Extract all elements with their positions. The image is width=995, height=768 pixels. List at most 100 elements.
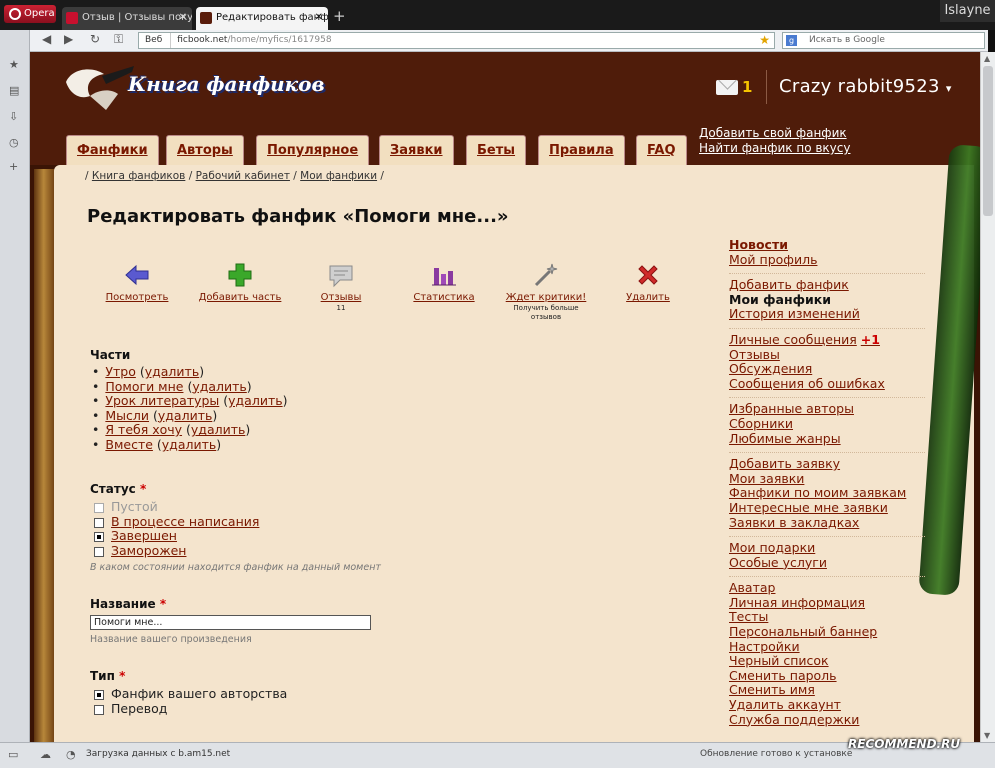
add-fanfic-link[interactable]: Добавить свой фанфик xyxy=(699,126,850,141)
sidebar-item-bookmarked-requests[interactable]: Заявки в закладках xyxy=(729,515,925,531)
nav-tab-betas[interactable]: Беты xyxy=(466,135,527,165)
find-fanfic-link[interactable]: Найти фанфик по вкусу xyxy=(699,141,850,156)
browser-tab-active[interactable]: Редактировать фанфи...✕ xyxy=(196,7,328,30)
sidebar-item-change-password[interactable]: Сменить пароль xyxy=(729,668,925,684)
mail-count[interactable]: 1 xyxy=(742,78,752,96)
nav-tab-popular[interactable]: Популярное xyxy=(256,135,370,165)
sidebar-item-avatar[interactable]: Аватар xyxy=(729,581,925,596)
sidebar-item-news[interactable]: Новости xyxy=(729,237,925,253)
nav-tab-faq[interactable]: FAQ xyxy=(636,135,687,165)
scroll-up-icon[interactable]: ▲ xyxy=(984,54,990,63)
breadcrumb-link[interactable]: Книга фанфиков xyxy=(92,170,185,182)
forward-icon[interactable]: ▶ xyxy=(64,32,73,46)
user-menu[interactable]: Crazy rabbit9523 ▾ xyxy=(779,76,952,97)
sidebar-item-my-requests[interactable]: Мои заявки xyxy=(729,471,925,487)
status-option-frozen[interactable]: Заморожен xyxy=(94,543,259,559)
part-delete-link[interactable]: удалить xyxy=(192,379,246,394)
sidebar-item-delete-account[interactable]: Удалить аккаунт xyxy=(729,697,925,713)
radio[interactable] xyxy=(94,517,104,528)
nav-tab-fanfics[interactable]: Фанфики xyxy=(66,135,159,165)
scroll-down-icon[interactable]: ▼ xyxy=(984,731,990,740)
sidebar-item-gifts[interactable]: Мои подарки xyxy=(729,540,925,556)
sidebar-item-special-services[interactable]: Особые услуги xyxy=(729,555,925,571)
sidebar-item-fanfics-by-requests[interactable]: Фанфики по моим заявкам xyxy=(729,486,925,501)
status-option-empty[interactable]: Пустой xyxy=(94,499,259,515)
speed-icon[interactable]: ◔ xyxy=(66,748,76,761)
type-option-translation[interactable]: Перевод xyxy=(94,701,287,717)
new-tab-button[interactable]: + xyxy=(333,7,346,25)
panel-toggle-icon[interactable]: ▭ xyxy=(8,748,18,761)
sidebar-item-favorite-genres[interactable]: Любимые жанры xyxy=(729,431,925,447)
sidebar-item-interesting-requests[interactable]: Интересные мне заявки xyxy=(729,500,925,516)
part-delete-link[interactable]: удалить xyxy=(162,437,216,452)
cloud-icon[interactable]: ☁ xyxy=(40,748,51,761)
part-link[interactable]: Вместе xyxy=(105,437,153,452)
sidebar-item-collections[interactable]: Сборники xyxy=(729,416,925,432)
delete-button[interactable]: Удалить xyxy=(600,262,696,303)
back-icon[interactable]: ◀ xyxy=(42,32,51,46)
type-option-original[interactable]: Фанфик вашего авторства xyxy=(94,686,287,702)
close-tab-icon[interactable]: ✕ xyxy=(315,7,323,29)
part-delete-link[interactable]: удалить xyxy=(228,393,282,408)
sidebar-item-support[interactable]: Служба поддержки xyxy=(729,712,925,728)
sidebar-item-personal-banner[interactable]: Персональный баннер xyxy=(729,624,925,640)
sidebar-item-error-reports[interactable]: Сообщения об ошибках xyxy=(729,376,925,392)
add-part-button[interactable]: Добавить часть xyxy=(192,262,288,303)
sidebar-item-discussions[interactable]: Обсуждения xyxy=(729,362,925,377)
sidebar-item-blacklist[interactable]: Черный список xyxy=(729,654,925,669)
part-delete-link[interactable]: удалить xyxy=(145,364,199,379)
sidebar-item-add-request[interactable]: Добавить заявку xyxy=(729,457,925,472)
sidebar-item-tests[interactable]: Тесты xyxy=(729,610,925,625)
sidebar-item-settings[interactable]: Настройки xyxy=(729,639,925,655)
breadcrumb-link[interactable]: Рабочий кабинет xyxy=(196,170,290,182)
status-update-text[interactable]: Обновление готово к установке xyxy=(700,749,852,759)
browser-tab[interactable]: Отзыв | Отзывы покуп...✕ xyxy=(62,7,192,30)
sidebar-item-personal-info[interactable]: Личная информация xyxy=(729,595,925,611)
nav-tab-requests[interactable]: Заявки xyxy=(379,135,454,165)
sidebar-item-change-history[interactable]: История изменений xyxy=(729,307,925,322)
nav-tab-rules[interactable]: Правила xyxy=(538,135,625,165)
key-icon[interactable]: ⚿ xyxy=(114,32,123,47)
bookmark-star-icon[interactable]: ★ xyxy=(759,33,770,48)
status-option-finished[interactable]: Завершен xyxy=(94,528,259,544)
notes-icon[interactable]: ▤ xyxy=(9,84,19,97)
reload-icon[interactable]: ↻ xyxy=(90,32,100,46)
part-delete-link[interactable]: удалить xyxy=(191,422,245,438)
bookmarks-star-icon[interactable]: ★ xyxy=(9,58,19,71)
sidebar-item-add-fanfic[interactable]: Добавить фанфик xyxy=(729,278,925,293)
nav-tab-authors[interactable]: Авторы xyxy=(166,135,244,165)
downloads-icon[interactable]: ⇩ xyxy=(9,110,18,123)
sidebar-item-change-name[interactable]: Сменить имя xyxy=(729,683,925,698)
radio-selected[interactable] xyxy=(94,690,104,700)
part-delete-link[interactable]: удалить xyxy=(158,408,212,423)
title-input[interactable]: Помоги мне... xyxy=(90,615,371,630)
sidebar-item-profile[interactable]: Мой профиль xyxy=(729,252,925,268)
part-link[interactable]: Я тебя хочу xyxy=(105,422,182,438)
sidebar-item-messages[interactable]: Личные сообщения +1 xyxy=(729,332,925,348)
search-input[interactable]: g Искать в Google xyxy=(782,32,985,49)
status-option-in-progress[interactable]: В процессе написания xyxy=(94,514,259,530)
opera-menu-button[interactable]: Opera xyxy=(4,5,56,23)
part-link[interactable]: Утро xyxy=(105,364,135,379)
awaits-criticism-button[interactable]: Ждет критики! Получить больше отзывов xyxy=(498,262,594,322)
radio-selected[interactable] xyxy=(94,532,104,543)
breadcrumb-link[interactable]: Мои фанфики xyxy=(300,170,377,182)
radio[interactable] xyxy=(94,546,104,557)
history-clock-icon[interactable]: ◷ xyxy=(9,136,19,149)
radio[interactable] xyxy=(94,704,104,715)
view-button[interactable]: Посмотреть xyxy=(89,262,185,303)
statistics-button[interactable]: Статистика xyxy=(396,262,492,303)
address-bar[interactable]: Веб ficbook.net/home/myfics/1617958 ★ xyxy=(138,32,775,49)
sidebar-item-reviews[interactable]: Отзывы xyxy=(729,347,925,363)
part-link[interactable]: Мысли xyxy=(105,408,149,423)
part-link[interactable]: Помоги мне xyxy=(105,379,183,394)
mail-envelope-icon[interactable] xyxy=(716,80,738,95)
sidebar-item-favorite-authors[interactable]: Избранные авторы xyxy=(729,402,925,417)
part-link[interactable]: Урок литературы xyxy=(105,393,219,408)
scrollbar-thumb[interactable] xyxy=(983,66,993,216)
site-logo-text[interactable]: Книга фанфиков xyxy=(128,72,325,96)
close-tab-icon[interactable]: ✕ xyxy=(179,7,187,29)
page-scrollbar[interactable]: ▲ ▼ xyxy=(980,52,995,742)
radio[interactable] xyxy=(94,503,104,513)
reviews-button[interactable]: Отзывы 11 xyxy=(293,262,389,312)
